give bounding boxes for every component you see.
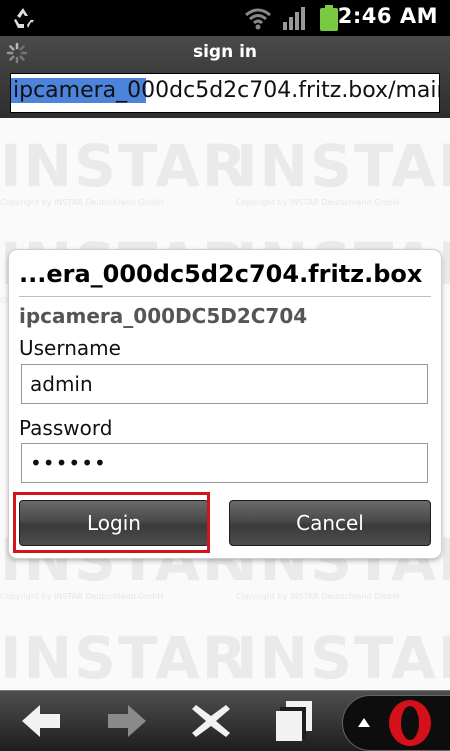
- dialog-divider: [19, 296, 431, 297]
- username-field[interactable]: admin: [21, 364, 428, 404]
- forward-icon[interactable]: [104, 699, 150, 743]
- watermark: INSTAR: [0, 624, 249, 690]
- tabs-icon[interactable]: [270, 699, 316, 743]
- dialog-title: ...era_000dc5d2c704.fritz.box: [19, 260, 423, 288]
- url-bar[interactable]: ipcamera_000dc5d2c704.fritz.box/main.h: [10, 73, 440, 113]
- watermark-logo: INSTAR: [0, 624, 249, 690]
- stop-icon[interactable]: [188, 699, 234, 743]
- login-highlight-box: [13, 492, 210, 553]
- password-label: Password: [19, 416, 113, 440]
- watermark: INSTAR: [236, 624, 450, 690]
- back-icon[interactable]: [18, 699, 64, 743]
- watermark-logo: INSTAR: [0, 132, 249, 200]
- password-field[interactable]: ••••••: [21, 443, 428, 483]
- status-bar: 2:46 AM: [0, 0, 450, 36]
- watermark-logo: INSTAR: [236, 132, 450, 200]
- opera-menu-button[interactable]: [342, 695, 450, 751]
- browser-toolbar: [0, 690, 450, 751]
- cancel-button[interactable]: Cancel: [229, 500, 431, 546]
- watermark-logo: INSTAR: [236, 624, 450, 690]
- battery-icon: [320, 5, 338, 31]
- wifi-icon: [245, 8, 271, 30]
- recycle-icon: [14, 8, 34, 28]
- url-text[interactable]: ipcamera_000dc5d2c704.fritz.box/main.h: [11, 78, 439, 103]
- menu-up-icon: [358, 718, 370, 727]
- page-title: sign in: [192, 42, 258, 62]
- signal-icon: [283, 7, 305, 30]
- watermark: INSTAR Copyright by INSTAR Deutschland G…: [0, 132, 249, 226]
- dialog-realm: ipcamera_000DC5D2C704: [19, 304, 308, 328]
- opera-icon: [389, 700, 431, 746]
- username-label: Username: [19, 336, 121, 360]
- watermark: INSTAR Copyright by INSTAR Deutschland G…: [236, 132, 450, 226]
- clock: 2:46 AM: [337, 4, 438, 28]
